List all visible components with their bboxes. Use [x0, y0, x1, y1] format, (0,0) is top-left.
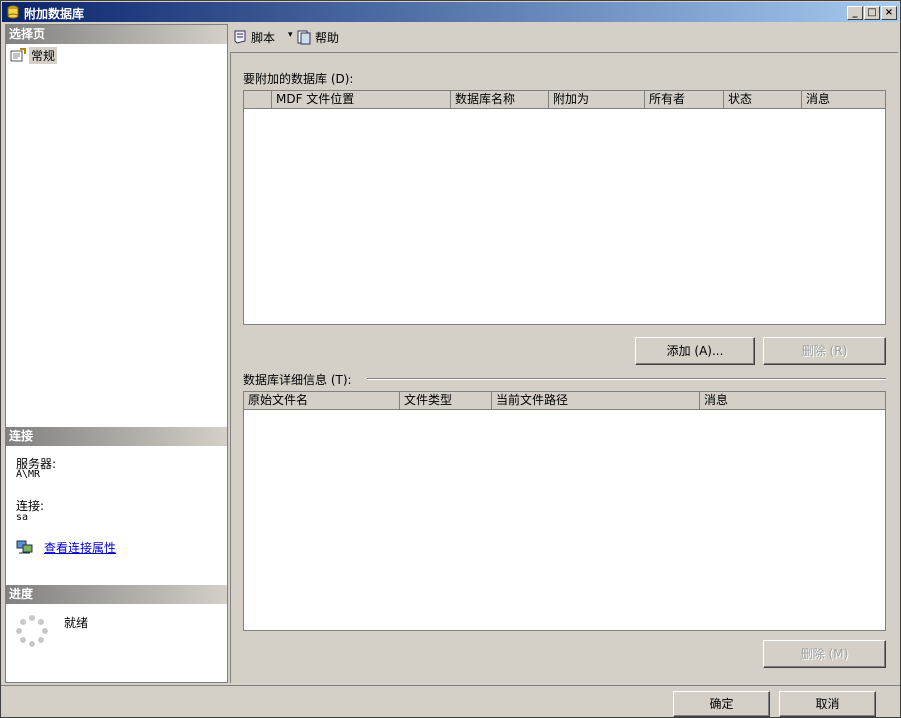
col-header-owner[interactable]: 所有者 — [645, 91, 724, 109]
right-pane: 脚本 ▾ 帮助 要附加的数据库 (D): MDF 文件位置 数据库名称 附加为 — [230, 24, 898, 683]
window-title: 附加数据库 — [24, 7, 85, 21]
help-button[interactable]: 帮助 — [296, 28, 339, 46]
connection-value: sa — [16, 512, 29, 523]
view-connection-properties-link[interactable]: 查看连接属性 — [44, 539, 116, 556]
attach-grid-header: MDF 文件位置 数据库名称 附加为 所有者 状态 消息 — [244, 91, 885, 109]
minimize-button[interactable]: _ — [847, 6, 863, 20]
attach-group-label: 要附加的数据库 (D): — [243, 72, 354, 86]
select-page-header: 选择页 — [6, 25, 227, 44]
progress-header: 进度 — [6, 585, 227, 604]
col-header-attach-as[interactable]: 附加为 — [549, 91, 645, 109]
help-icon — [297, 30, 311, 45]
remove-attach-button[interactable]: 删除 (R) — [763, 337, 886, 365]
script-icon — [234, 30, 246, 44]
cancel-button[interactable]: 取消 — [779, 691, 876, 717]
database-icon — [7, 5, 19, 19]
col-header-mdf-location[interactable]: MDF 文件位置 — [272, 91, 451, 109]
connection-properties-icon — [16, 540, 33, 554]
content-area: 要附加的数据库 (D): MDF 文件位置 数据库名称 附加为 所有者 状态 消… — [230, 52, 898, 683]
ok-button[interactable]: 确定 — [673, 691, 770, 717]
nav-item-general[interactable]: 常规 — [10, 46, 58, 64]
details-group-divider — [367, 378, 886, 380]
col-header-current-path[interactable]: 当前文件路径 — [492, 392, 700, 410]
attach-database-dialog: 附加数据库 _ □ × 选择页 常规 连接 服务器: A\MR 连接: sa 查… — [0, 0, 901, 718]
col-header-original-file[interactable]: 原始文件名 — [244, 392, 400, 410]
details-group-label: 数据库详细信息 (T): — [243, 373, 352, 387]
progress-spinner-icon — [16, 615, 48, 647]
footer-divider — [1, 685, 900, 686]
attach-grid[interactable]: MDF 文件位置 数据库名称 附加为 所有者 状态 消息 — [243, 90, 886, 325]
title-bar[interactable]: 附加数据库 _ □ × — [2, 2, 899, 22]
close-button[interactable]: × — [881, 6, 897, 20]
nav-item-label: 常规 — [29, 46, 58, 64]
details-grid[interactable]: 原始文件名 文件类型 当前文件路径 消息 — [243, 391, 886, 631]
script-button[interactable]: 脚本 — [232, 28, 275, 46]
col-header-db-name[interactable]: 数据库名称 — [451, 91, 549, 109]
page-settings-icon — [10, 48, 26, 62]
details-grid-header: 原始文件名 文件类型 当前文件路径 消息 — [244, 392, 885, 410]
col-header-file-type[interactable]: 文件类型 — [400, 392, 492, 410]
col-header-status[interactable]: 状态 — [724, 91, 802, 109]
progress-status: 就绪 — [64, 616, 89, 630]
col-header-select[interactable] — [244, 91, 272, 109]
maximize-button[interactable]: □ — [864, 6, 880, 20]
left-pane: 选择页 常规 连接 服务器: A\MR 连接: sa 查看连接属性 进度 就绪 — [5, 24, 228, 683]
remove-details-button[interactable]: 删除 (M) — [763, 640, 886, 668]
connection-header: 连接 — [6, 427, 227, 446]
col-header-message[interactable]: 消息 — [802, 91, 885, 109]
add-button[interactable]: 添加 (A)... — [635, 337, 755, 365]
server-value: A\MR — [16, 469, 41, 480]
col-header-details-message[interactable]: 消息 — [700, 392, 885, 410]
script-dropdown-icon[interactable]: ▾ — [288, 30, 293, 40]
toolbar: 脚本 ▾ 帮助 — [230, 24, 898, 50]
